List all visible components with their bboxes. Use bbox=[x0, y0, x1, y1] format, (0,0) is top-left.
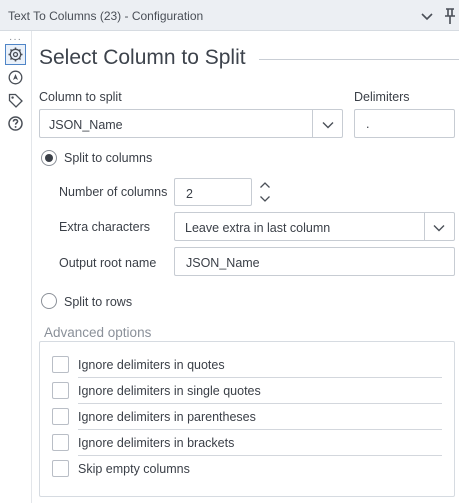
gear-icon bbox=[8, 47, 23, 62]
option-divider bbox=[78, 377, 442, 378]
sidebar-item-configuration[interactable] bbox=[5, 44, 26, 65]
number-of-columns-stepper bbox=[251, 178, 279, 206]
tag-icon bbox=[8, 93, 23, 108]
option-label: Ignore delimiters in parentheses bbox=[78, 410, 256, 424]
split-to-rows-radio[interactable] bbox=[41, 293, 57, 309]
checkbox[interactable] bbox=[52, 434, 69, 451]
split-to-rows-label: Split to rows bbox=[64, 295, 133, 309]
heading-divider bbox=[259, 59, 459, 60]
split-to-columns-label: Split to columns bbox=[64, 151, 153, 165]
option-divider bbox=[78, 455, 442, 456]
chevron-up-icon bbox=[260, 182, 270, 188]
help-icon bbox=[8, 116, 23, 131]
sidebar-item-annotation[interactable] bbox=[5, 90, 26, 111]
page-title: Select Column to Split bbox=[39, 46, 246, 69]
sidebar: ··· bbox=[0, 31, 31, 503]
option-label: Ignore delimiters in brackets bbox=[78, 436, 235, 450]
sidebar-item-help[interactable] bbox=[5, 113, 26, 134]
decrement-button[interactable] bbox=[251, 192, 279, 206]
split-to-columns-radio[interactable] bbox=[41, 150, 57, 166]
increment-button[interactable] bbox=[251, 178, 279, 192]
extra-characters-value: Leave extra in last column bbox=[185, 221, 331, 235]
extra-characters-dropdown[interactable]: Leave extra in last column bbox=[174, 212, 455, 241]
chevron-down-icon bbox=[260, 196, 270, 202]
delimiters-value: . bbox=[366, 117, 370, 131]
number-of-columns-value: 2 bbox=[186, 187, 193, 201]
sidebar-item-navigate[interactable] bbox=[5, 67, 26, 88]
column-to-split-label: Column to split bbox=[39, 90, 122, 104]
window-titlebar: Text To Columns (23) - Configuration bbox=[0, 0, 459, 31]
option-label: Ignore delimiters in quotes bbox=[78, 358, 225, 372]
chevron-down-icon bbox=[322, 122, 334, 129]
option-divider bbox=[78, 403, 442, 404]
option-label: Ignore delimiters in single quotes bbox=[78, 384, 261, 398]
delimiters-label: Delimiters bbox=[354, 90, 410, 104]
option-divider bbox=[78, 429, 442, 430]
number-of-columns-input[interactable]: 2 bbox=[174, 178, 252, 206]
column-to-split-value: JSON_Name bbox=[49, 118, 123, 132]
number-of-columns-label: Number of columns bbox=[59, 185, 168, 199]
chevron-down-icon[interactable] bbox=[418, 7, 436, 25]
navigate-icon bbox=[8, 70, 23, 85]
output-root-name-value: JSON_Name bbox=[186, 256, 260, 270]
checkbox[interactable] bbox=[52, 460, 69, 477]
window-title: Text To Columns (23) - Configuration bbox=[8, 9, 204, 23]
chevron-down-icon bbox=[433, 225, 445, 232]
output-root-name-input[interactable]: JSON_Name bbox=[174, 247, 455, 276]
advanced-options-label: Advanced options bbox=[44, 325, 152, 340]
option-label: Skip empty columns bbox=[78, 462, 190, 476]
sidebar-divider bbox=[31, 31, 32, 503]
checkbox[interactable] bbox=[52, 382, 69, 399]
checkbox[interactable] bbox=[52, 356, 69, 373]
pin-icon[interactable] bbox=[441, 6, 459, 26]
delimiters-input[interactable]: . bbox=[354, 109, 455, 138]
column-to-split-dropdown[interactable]: JSON_Name bbox=[39, 109, 343, 138]
extra-characters-label: Extra characters bbox=[59, 220, 151, 234]
output-root-name-label: Output root name bbox=[59, 256, 157, 270]
checkbox[interactable] bbox=[52, 408, 69, 425]
